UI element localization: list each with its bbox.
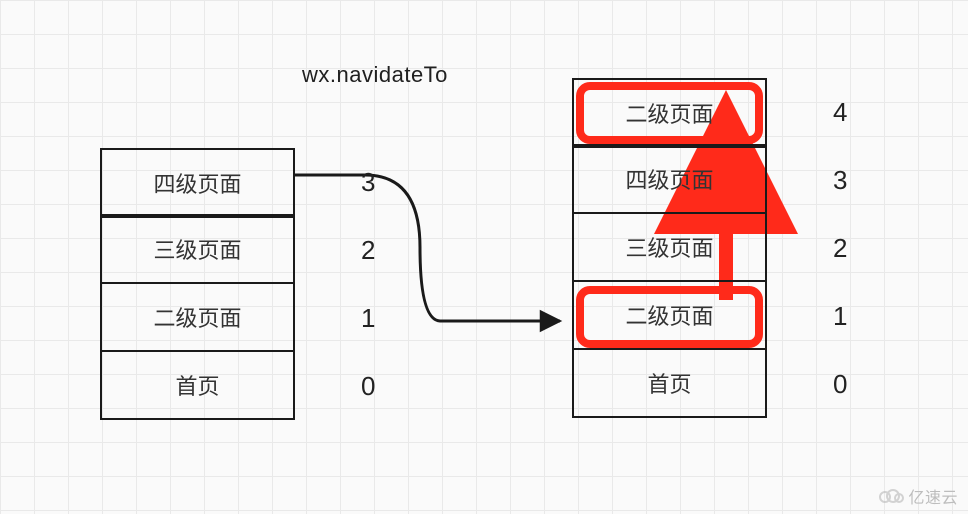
left-cell-1: 二级页面 [100,282,295,352]
left-cell-3: 四级页面 [100,148,295,218]
right-cell-label: 三级页面 [625,231,713,263]
right-cell-label: 二级页面 [625,299,713,331]
left-cell-0: 首页 [100,350,295,420]
right-cell-label: 二级页面 [625,97,713,129]
left-index-3: 3 [361,167,375,198]
left-index-1: 1 [361,303,375,334]
left-cell-label: 二级页面 [153,301,241,333]
watermark-text: 亿速云 [908,484,958,508]
right-index-3: 3 [833,165,847,196]
left-cell-label: 四级页面 [153,167,241,199]
diagram-title: wx.navidateTo [302,62,448,88]
right-index-4: 4 [833,97,847,128]
left-cell-label: 首页 [175,369,219,401]
right-cell-2: 三级页面 [572,212,767,282]
right-cell-1: 二级页面 [572,280,767,350]
left-index-2: 2 [361,235,375,266]
right-index-2: 2 [833,233,847,264]
right-index-1: 1 [833,301,847,332]
left-index-0: 0 [361,371,375,402]
watermark: 亿速云 [878,484,958,508]
left-cell-label: 三级页面 [153,233,241,265]
right-cell-4: 二级页面 [572,78,767,148]
right-index-0: 0 [833,369,847,400]
right-cell-3: 四级页面 [572,144,767,214]
right-cell-label: 四级页面 [625,163,713,195]
right-cell-0: 首页 [572,348,767,418]
right-cell-label: 首页 [647,367,691,399]
transition-arrow [295,175,560,321]
left-cell-2: 三级页面 [100,214,295,284]
